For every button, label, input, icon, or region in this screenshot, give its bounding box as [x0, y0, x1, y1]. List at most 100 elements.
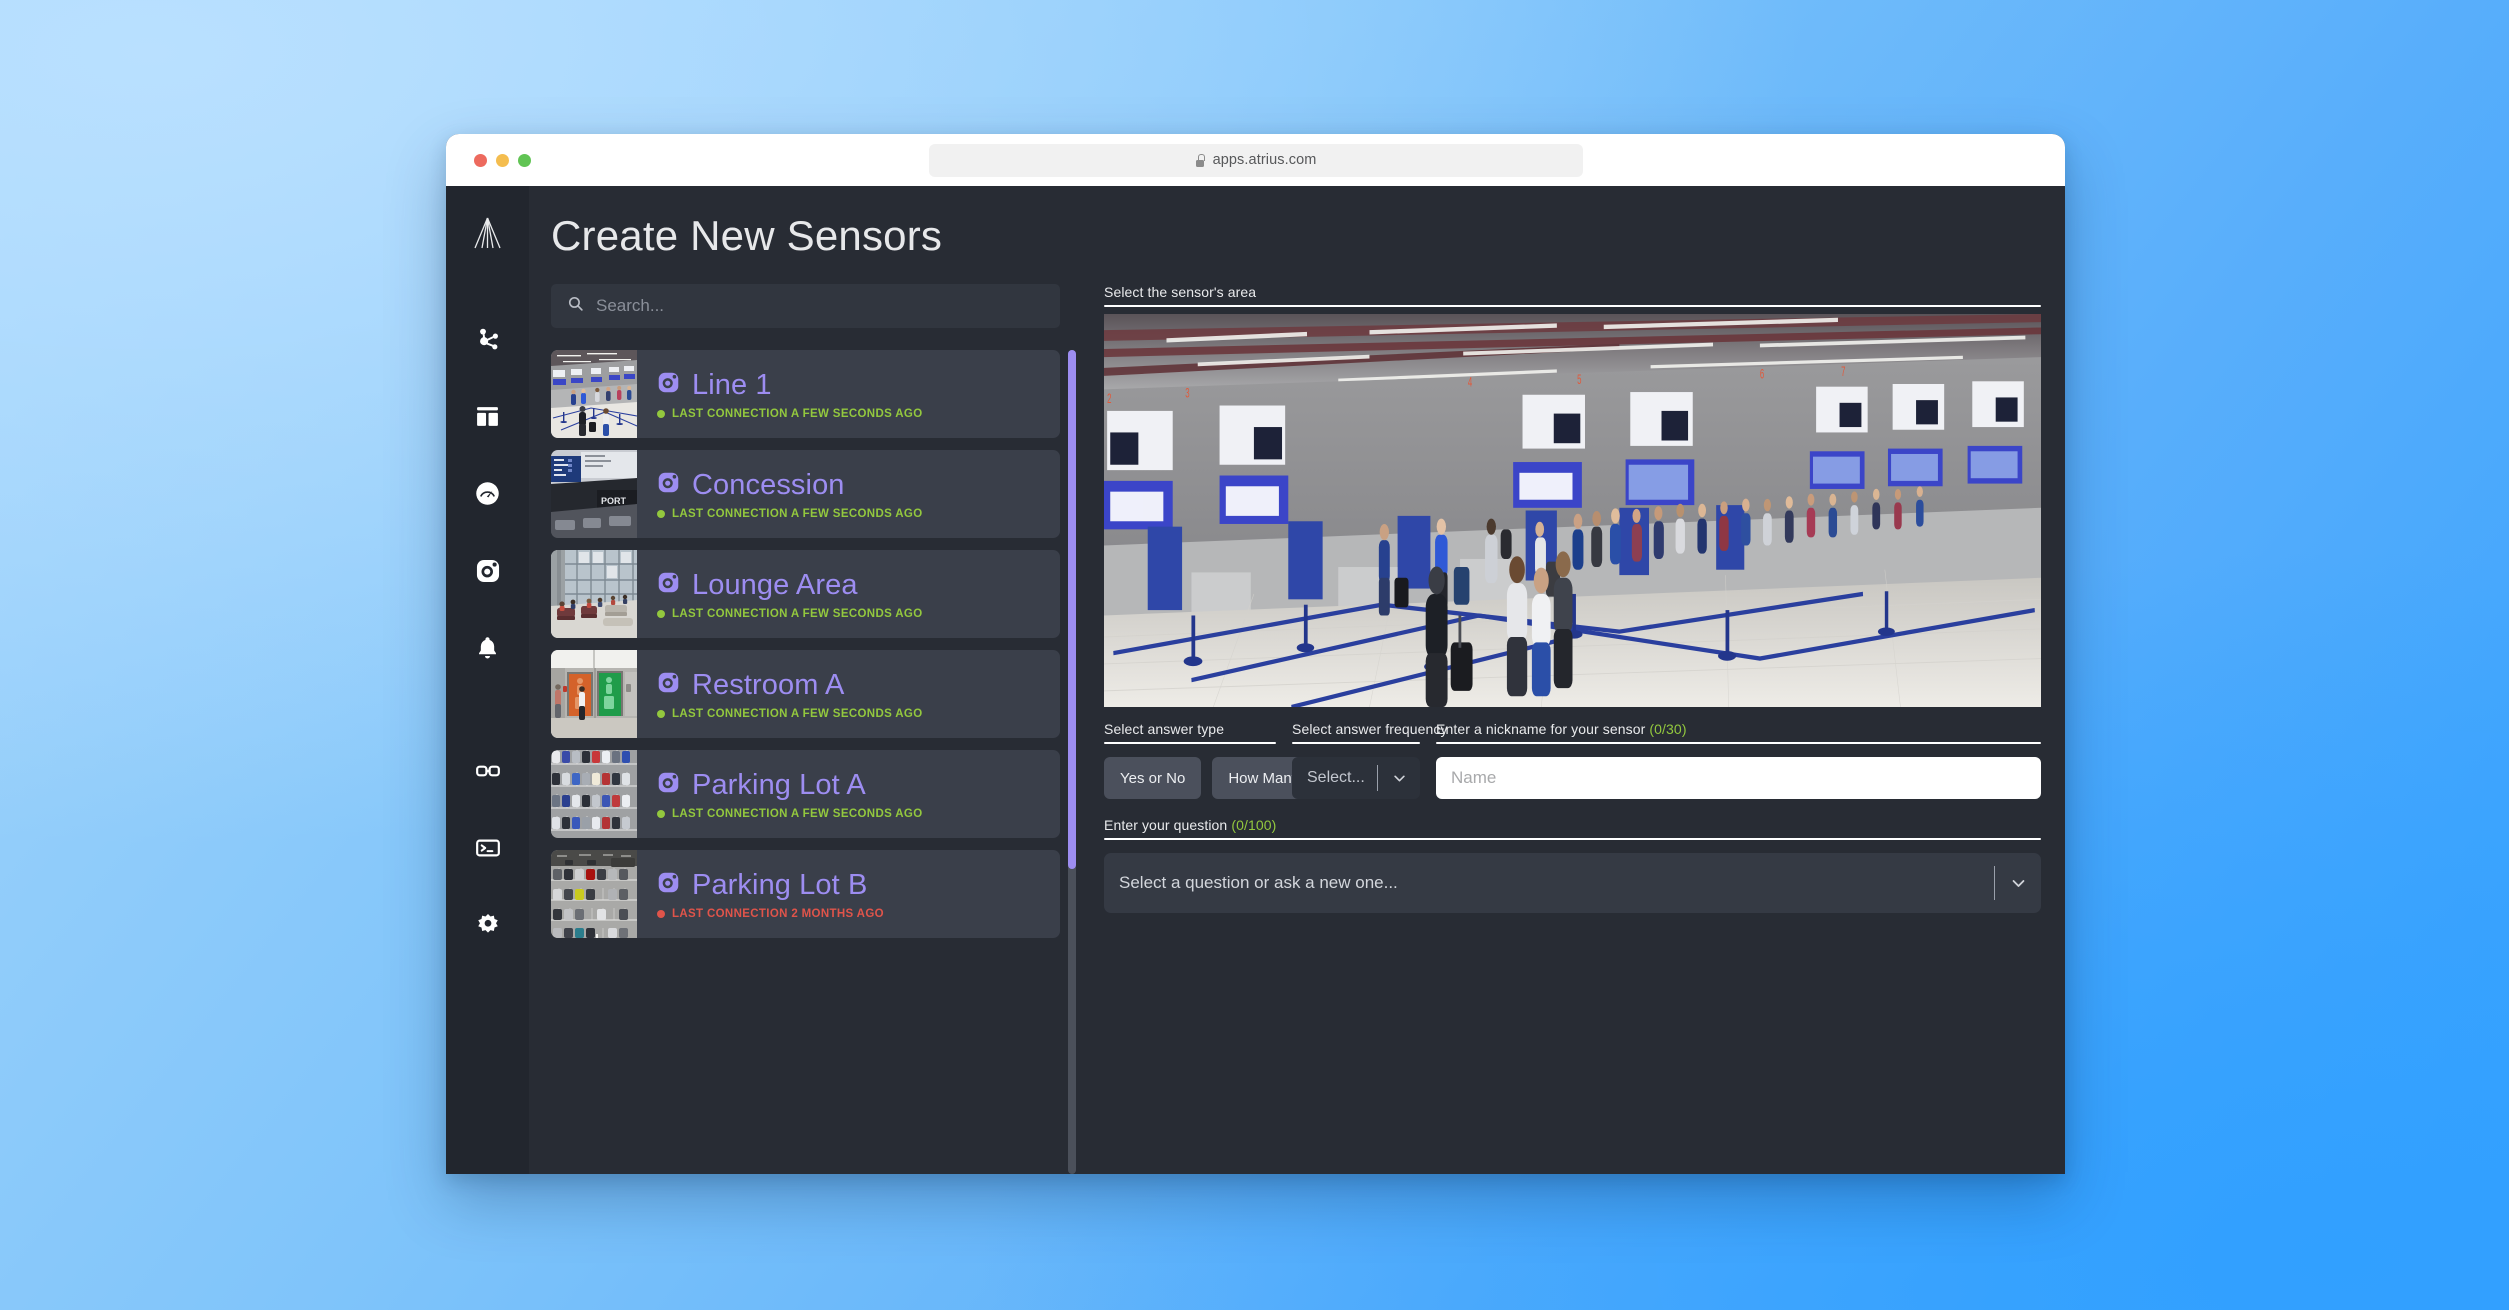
status-dot-icon [657, 609, 665, 618]
sensor-name: Parking Lot B [692, 868, 868, 901]
svg-text:5: 5 [1577, 373, 1581, 388]
sidebar-item-console[interactable] [446, 809, 529, 886]
sensor-name: Line 1 [692, 368, 772, 401]
sidebar-item-network[interactable] [446, 301, 529, 378]
area-label: Select the sensor's area [1104, 284, 1257, 300]
window-traffic-lights [474, 153, 531, 167]
nickname-rule [1436, 742, 2041, 744]
search-input[interactable] [596, 296, 1044, 316]
question-counter: (0/100) [1231, 817, 1277, 833]
answer-frequency-group: Select answer frequency Select... [1292, 721, 1448, 799]
list-scrollbar-thumb[interactable] [1068, 350, 1076, 870]
camera-sensor-icon [657, 771, 680, 799]
maximize-window-button[interactable] [518, 153, 531, 167]
sensor-card-body: Concession LAST CONNECTION A FEW SECONDS… [637, 450, 1060, 538]
sidebar-item-dashboard[interactable] [446, 378, 529, 455]
svg-text:7: 7 [1841, 365, 1845, 380]
nickname-counter: (0/30) [1649, 721, 1687, 737]
sensor-card[interactable]: PORT Concession LAST CONNECTION A FEW SE… [551, 450, 1060, 538]
sidebar-item-integrations[interactable] [446, 732, 529, 809]
svg-text:2: 2 [1107, 392, 1111, 407]
sensor-status-badge: LAST CONNECTION A FEW SECONDS AGO [657, 608, 1060, 620]
status-dot-icon [657, 509, 665, 518]
nickname-label: Enter a nickname for your sensor (0/30) [1436, 721, 2041, 742]
answer-frequency-label: Select answer frequency [1292, 721, 1448, 737]
sidebar-item-sensors[interactable] [446, 532, 529, 609]
close-window-button[interactable] [474, 153, 487, 167]
sensor-status-badge: LAST CONNECTION 2 MONTHS AGO [657, 908, 1060, 920]
content-area: Line 1 LAST CONNECTION A FEW SECONDS AGO… [529, 284, 2065, 1174]
sidebar-item-settings[interactable] [446, 886, 529, 963]
sidebar-rail [446, 186, 529, 1174]
chevron-down-icon[interactable] [1995, 875, 2041, 892]
sensor-card-body: Parking Lot A LAST CONNECTION A FEW SECO… [637, 750, 1060, 838]
browser-window: apps.atrius.com Create New Sensors Searc… [446, 134, 2065, 1174]
sensor-card-body: Parking Lot B LAST CONNECTION 2 MONTHS A… [637, 850, 1060, 938]
minimize-window-button[interactable] [496, 153, 509, 167]
answer-frequency-value: Select... [1307, 769, 1365, 786]
sensor-cards: Line 1 LAST CONNECTION A FEW SECONDS AGO… [551, 350, 1060, 938]
atrius-logo-icon [473, 216, 502, 255]
list-scrollbar[interactable] [1068, 350, 1076, 1174]
sensor-card-body: Restroom A LAST CONNECTION A FEW SECONDS… [637, 650, 1060, 738]
sensor-name: Concession [692, 468, 845, 501]
sensor-name: Parking Lot A [692, 768, 866, 801]
sensor-status-text: LAST CONNECTION A FEW SECONDS AGO [672, 607, 923, 620]
sensor-card[interactable]: Parking Lot A LAST CONNECTION A FEW SECO… [551, 750, 1060, 838]
status-dot-icon [657, 909, 665, 918]
search-box[interactable] [551, 284, 1060, 328]
gauge-icon [474, 480, 501, 507]
app-body: Create New Sensors Search... Line 1 LAST… [446, 186, 2065, 1174]
svg-text:4: 4 [1468, 376, 1472, 391]
status-dot-icon [657, 409, 665, 418]
camera-sensor-icon [657, 371, 680, 399]
sensor-card-body: Lounge Area LAST CONNECTION A FEW SECOND… [637, 550, 1060, 638]
chevron-down-icon[interactable] [1378, 771, 1420, 786]
camera-sensor-icon [657, 471, 680, 499]
sensor-card[interactable]: Line 1 LAST CONNECTION A FEW SECONDS AGO [551, 350, 1060, 438]
sensor-thumbnail [551, 850, 637, 938]
sensor-card[interactable]: Lounge Area LAST CONNECTION A FEW SECOND… [551, 550, 1060, 638]
camera-sensor-icon [657, 871, 680, 899]
answer-type-yes-no-button[interactable]: Yes or No [1104, 757, 1202, 799]
sensor-thumbnail [551, 650, 637, 738]
question-label-text: Enter your question [1104, 817, 1228, 833]
terminal-icon [475, 835, 501, 861]
sensor-name: Restroom A [692, 668, 845, 701]
area-selector: Select the sensor's area 2 3 4 5 6 7 [1104, 284, 2041, 707]
area-photo[interactable]: 2 3 4 5 6 7 [1104, 314, 2041, 707]
sensor-thumbnail [551, 750, 637, 838]
search-icon [567, 295, 584, 317]
area-rule [1104, 305, 2041, 307]
sensor-status-text: LAST CONNECTION A FEW SECONDS AGO [672, 807, 923, 820]
sensor-thumbnail: PORT [551, 450, 637, 538]
sidebar-item-performance[interactable] [446, 455, 529, 532]
url-text: apps.atrius.com [1212, 152, 1317, 168]
sensor-status-badge: LAST CONNECTION A FEW SECONDS AGO [657, 808, 1060, 820]
form-row: Select answer type Yes or No How Many Se… [1104, 721, 2041, 799]
status-dot-icon [657, 809, 665, 818]
bell-icon [475, 635, 500, 660]
nickname-input[interactable] [1436, 757, 2041, 799]
sensor-detail-panel: Select the sensor's area 2 3 4 5 6 7 Sel… [1078, 284, 2065, 1174]
sensor-status-text: LAST CONNECTION A FEW SECONDS AGO [672, 407, 923, 420]
sidebar-item-alerts[interactable] [446, 609, 529, 686]
sensor-status-text: LAST CONNECTION A FEW SECONDS AGO [672, 507, 923, 520]
sensor-card[interactable]: Restroom A LAST CONNECTION A FEW SECONDS… [551, 650, 1060, 738]
main-content: Create New Sensors Search... Line 1 LAST… [529, 186, 2065, 1174]
camera-sensor-icon [475, 558, 501, 584]
svg-text:6: 6 [1760, 368, 1764, 383]
nickname-group: Enter a nickname for your sensor (0/30) [1436, 721, 2041, 799]
address-bar[interactable]: apps.atrius.com [928, 143, 1583, 177]
sensor-card[interactable]: Parking Lot B LAST CONNECTION 2 MONTHS A… [551, 850, 1060, 938]
network-nodes-icon [474, 326, 501, 353]
answer-type-rule [1104, 742, 1276, 744]
question-select[interactable]: Select a question or ask a new one... [1104, 853, 2041, 913]
answer-frequency-select[interactable]: Select... [1292, 757, 1420, 799]
sensor-status-text: LAST CONNECTION 2 MONTHS AGO [672, 907, 884, 920]
answer-type-label: Select answer type [1104, 721, 1225, 737]
link-icon [475, 758, 501, 784]
svg-text:3: 3 [1185, 386, 1189, 401]
status-dot-icon [657, 709, 665, 718]
question-rule [1104, 838, 2041, 840]
